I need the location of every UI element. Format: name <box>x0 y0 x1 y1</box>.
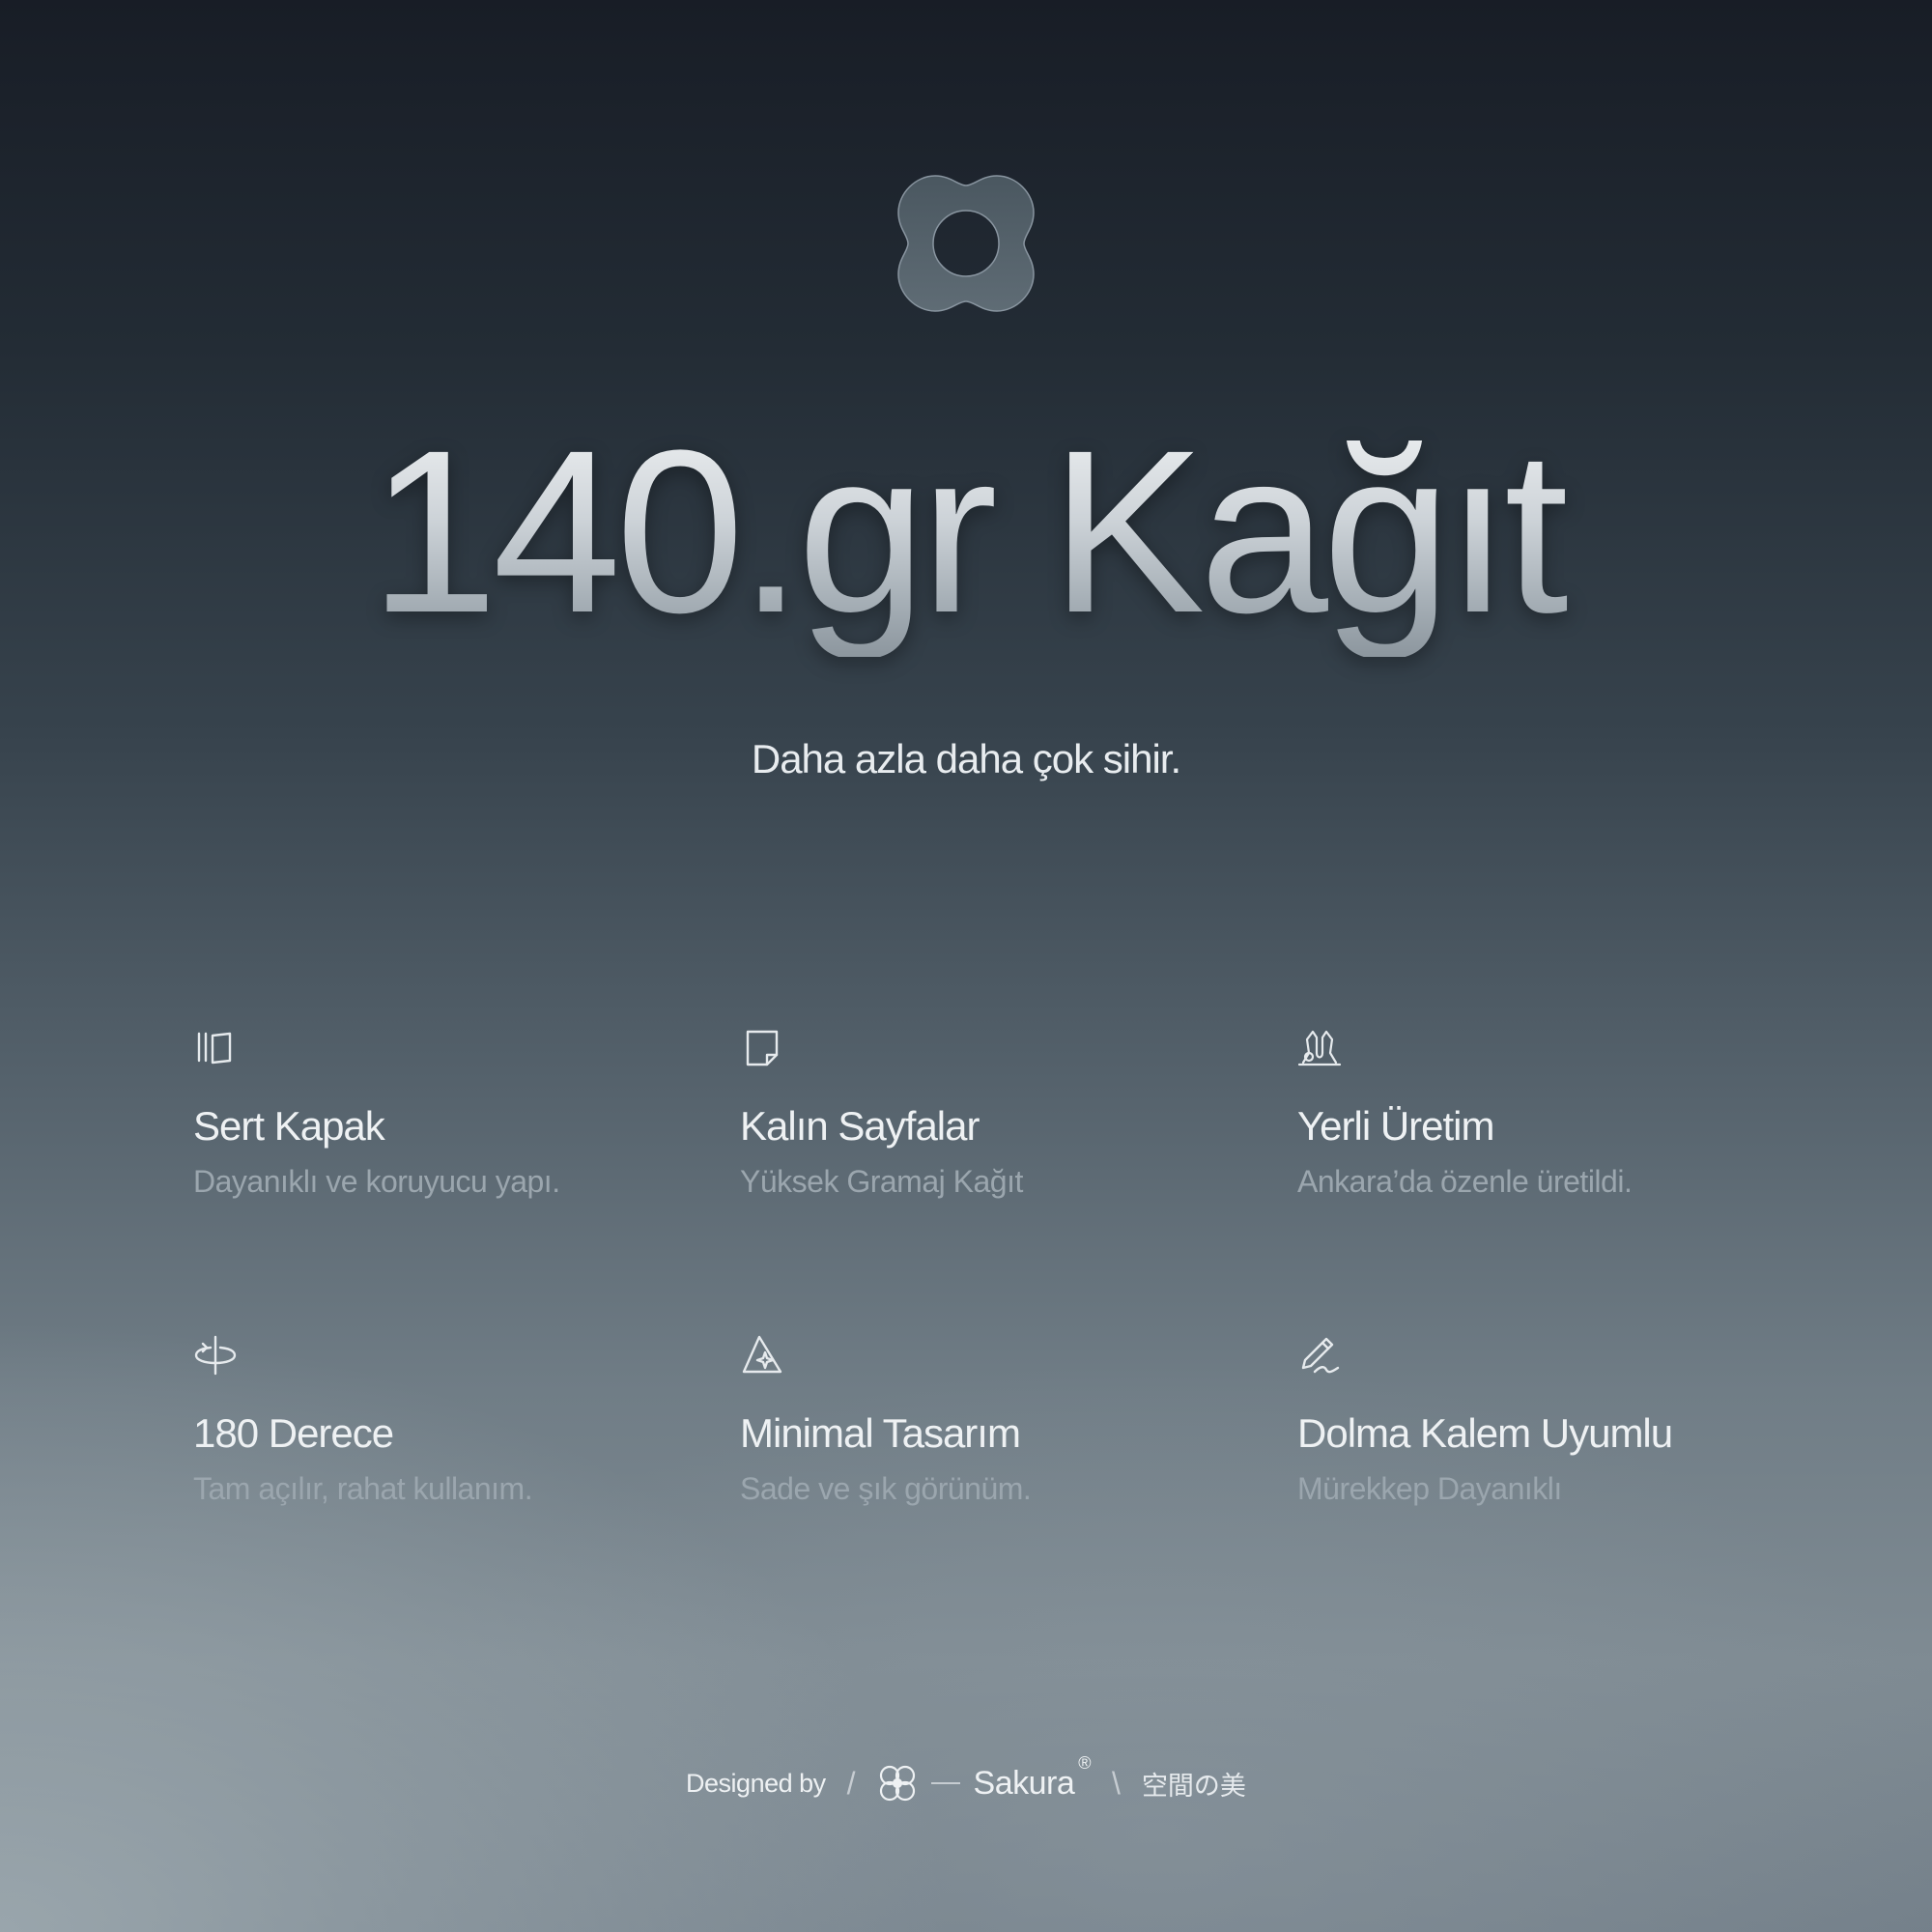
feature-title: Sert Kapak <box>193 1103 385 1149</box>
book-cover-icon <box>197 1032 232 1065</box>
brand-name: Sakura® <box>973 1753 1092 1803</box>
feature-dolma-kalem-uyumlu: Dolma Kalem Uyumlu Mürekkep Dayanıklı <box>1297 1331 1838 1509</box>
pen-icon <box>1301 1337 1340 1374</box>
sakura-glass-logo-icon <box>897 175 1035 312</box>
headline: 140.gr Kağıt <box>0 406 1932 657</box>
feature-title: 180 Derece <box>193 1410 394 1456</box>
page-icon <box>746 1030 779 1066</box>
feature-sert-kapak: Sert Kapak Dayanıklı ve koruyucu yapı. <box>193 1024 734 1202</box>
sparkle-shape-icon <box>742 1335 782 1374</box>
feature-title: Yerli Üretim <box>1297 1103 1495 1149</box>
feature-description: Dayanıklı ve koruyucu yapı. <box>193 1164 560 1199</box>
feature-title: Dolma Kalem Uyumlu <box>1297 1410 1673 1456</box>
rotate-180-icon <box>194 1335 237 1376</box>
tagline: Daha azla daha çok sihir. <box>751 736 1181 781</box>
brand-label: Sakura <box>973 1764 1075 1802</box>
feature-description: Ankara’da özenle üretildi. <box>1297 1164 1633 1199</box>
feature-minimal-tasarim: Minimal Tasarım Sade ve şık görünüm. <box>740 1331 1281 1509</box>
feature-180-derece: 180 Derece Tam açılır, rahat kullanım. <box>193 1331 734 1509</box>
feature-title: Minimal Tasarım <box>740 1410 1021 1456</box>
feature-description: Tam açılır, rahat kullanım. <box>193 1471 533 1506</box>
feature-kalin-sayfalar: Kalın Sayfalar Yüksek Gramaj Kağıt <box>740 1024 1281 1202</box>
feature-description: Mürekkep Dayanıklı <box>1297 1471 1562 1506</box>
hands-icon <box>1297 1030 1342 1066</box>
feature-description: Yüksek Gramaj Kağıt <box>740 1164 1023 1199</box>
footer-credits: Designed by / Sakura® \ 空間の美 <box>0 1753 1932 1804</box>
feature-description: Sade ve şık görünüm. <box>740 1471 1032 1506</box>
designed-by-label: Designed by <box>686 1768 826 1798</box>
feature-yerli-uretim: Yerli Üretim Ankara’da özenle üretildi. <box>1297 1024 1838 1202</box>
footer-dash <box>930 1782 960 1784</box>
japanese-tagline: 空間の美 <box>1141 1771 1246 1802</box>
footer-separator-right: \ <box>1112 1765 1121 1801</box>
sakura-flower-icon <box>879 1765 915 1802</box>
feature-title: Kalın Sayfalar <box>740 1103 980 1149</box>
footer-separator-left: / <box>846 1765 856 1801</box>
registered-mark: ® <box>1078 1752 1092 1773</box>
